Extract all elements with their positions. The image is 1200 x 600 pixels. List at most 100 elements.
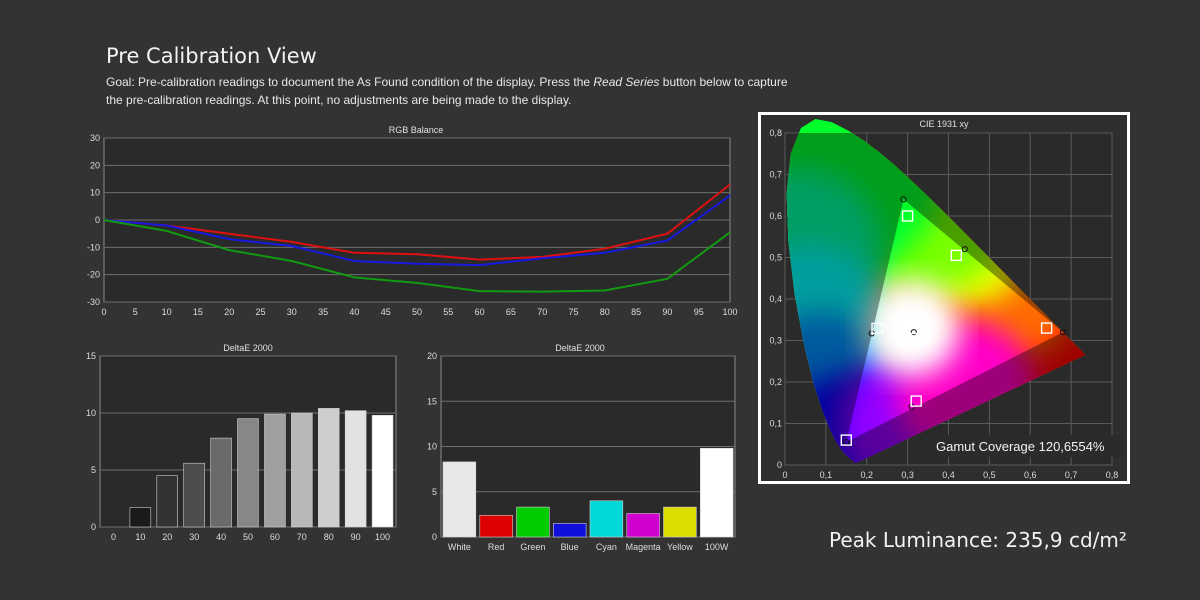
x-tick-label: 50 xyxy=(412,307,422,317)
x-tick-label: 75 xyxy=(568,307,578,317)
x-tick-label: 0,5 xyxy=(983,470,996,480)
description-text-start: Goal: Pre-calibration readings to docume… xyxy=(106,75,594,89)
x-tick-label: 0,2 xyxy=(860,470,873,480)
bar xyxy=(663,506,697,538)
bar xyxy=(589,500,624,538)
x-tick-label: 70 xyxy=(537,307,547,317)
y-tick-label: 0,8 xyxy=(769,128,782,138)
x-tick-label: Blue xyxy=(561,542,579,552)
bar xyxy=(129,507,152,528)
x-tick-label: 0,6 xyxy=(1024,470,1037,480)
bar xyxy=(699,448,734,538)
chart-title: CIE 1931 xy xyxy=(919,119,969,129)
x-tick-label: 60 xyxy=(270,532,280,542)
gamut-coverage-text: Gamut Coverage 120,6554% xyxy=(936,439,1105,454)
deltae-colors-chart: DeltaE 2000 20 15 10 5 0 White Red Green Blue Cy… xyxy=(427,343,736,552)
cie-1931-chart: CIE 1931 xy 0,8 0,7 0,6 0,5 0,4 0,3 0,2 0,1 0 0 0… xyxy=(769,119,1123,480)
y-tick-label: 0 xyxy=(95,215,100,225)
read-series-reference: Read Series xyxy=(593,75,660,89)
x-tick-label: 35 xyxy=(318,307,328,317)
bar xyxy=(626,513,660,538)
cie-chart-panel: CIE 1931 xy 0,8 0,7 0,6 0,5 0,4 0,3 0,2 0,1 0 0 0… xyxy=(758,112,1130,484)
rgb-balance-chart: RGB Balance 3020100-10-20-30 0 5 10 15 20 25 3… xyxy=(87,125,738,317)
x-tick-label: 15 xyxy=(193,307,203,317)
x-tick-label: 90 xyxy=(351,532,361,542)
bar xyxy=(264,413,286,528)
x-tick-label: 0,7 xyxy=(1065,470,1078,480)
y-tick-label: 0,7 xyxy=(769,170,782,180)
x-tick-label: 0,1 xyxy=(820,470,833,480)
bar xyxy=(344,410,367,528)
x-tick-label: Red xyxy=(488,542,505,552)
x-tick-label: 10 xyxy=(162,307,172,317)
bar xyxy=(183,462,205,528)
x-tick-label: 0,8 xyxy=(1106,470,1119,480)
bar xyxy=(237,418,259,528)
x-tick-label: 10 xyxy=(135,532,145,542)
y-tick-label: 20 xyxy=(427,351,437,361)
x-tick-label: White xyxy=(448,542,471,552)
y-tick-label: 0,6 xyxy=(769,211,782,221)
x-tick-label: 20 xyxy=(162,532,172,542)
x-tick-label: 0,4 xyxy=(942,470,955,480)
chart-title: DeltaE 2000 xyxy=(555,343,605,353)
bar xyxy=(479,515,513,538)
x-tick-label: Green xyxy=(520,542,545,552)
x-tick-label: 0 xyxy=(111,532,116,542)
x-tick-label: 45 xyxy=(381,307,391,317)
x-tick-label: 50 xyxy=(243,532,253,542)
x-tick-label: Yellow xyxy=(667,542,693,552)
x-tick-label: 70 xyxy=(297,532,307,542)
x-tick-label: 5 xyxy=(133,307,138,317)
x-tick-label: 30 xyxy=(189,532,199,542)
y-tick-label: 0 xyxy=(432,532,437,542)
page-description: Goal: Pre-calibration readings to docume… xyxy=(106,73,806,109)
bar xyxy=(156,475,179,528)
y-tick-label: -30 xyxy=(87,297,100,307)
x-tick-label: 20 xyxy=(224,307,234,317)
x-tick-label: 100W xyxy=(705,542,729,552)
y-tick-label: 10 xyxy=(86,408,96,418)
x-tick-label: 40 xyxy=(349,307,359,317)
x-tick-label: 85 xyxy=(631,307,641,317)
y-tick-label: 5 xyxy=(432,487,437,497)
x-tick-label: 25 xyxy=(255,307,265,317)
x-tick-label: Magenta xyxy=(626,542,661,552)
bar xyxy=(291,412,313,528)
x-tick-label: 80 xyxy=(324,532,334,542)
chart-title: RGB Balance xyxy=(389,125,444,135)
x-tick-label: 90 xyxy=(662,307,672,317)
x-tick-label: 0 xyxy=(101,307,106,317)
y-tick-label: 20 xyxy=(90,160,100,170)
chart-title: DeltaE 2000 xyxy=(223,343,273,353)
x-tick-label: 55 xyxy=(443,307,453,317)
peak-luminance: Peak Luminance: 235,9 cd/m² xyxy=(829,528,1127,552)
bar xyxy=(210,437,232,528)
bar xyxy=(371,415,394,528)
y-tick-label: 0,5 xyxy=(769,253,782,263)
bar xyxy=(516,506,550,538)
x-tick-label: 95 xyxy=(694,307,704,317)
y-tick-label: 0,2 xyxy=(769,377,782,387)
x-tick-label: 65 xyxy=(506,307,516,317)
x-tick-label: Cyan xyxy=(596,542,617,552)
x-tick-label: 30 xyxy=(287,307,297,317)
deltae-grayscale-chart: DeltaE 2000 151050 0 10 20 30 40 50 60 70 80 90 10… xyxy=(86,343,397,542)
x-tick-label: 0,3 xyxy=(901,470,914,480)
x-tick-label: 0 xyxy=(782,470,787,480)
y-tick-label: -20 xyxy=(87,270,100,280)
x-tick-label: 60 xyxy=(475,307,485,317)
y-tick-label: 0,1 xyxy=(769,419,782,429)
y-tick-label: 10 xyxy=(90,188,100,198)
y-tick-label: 10 xyxy=(427,442,437,452)
bar xyxy=(553,523,587,538)
y-tick-label: -10 xyxy=(87,242,100,252)
page-title: Pre Calibration View xyxy=(106,44,317,68)
bar xyxy=(318,408,340,528)
x-tick-label: 100 xyxy=(722,307,737,317)
y-tick-label: 0 xyxy=(91,522,96,532)
y-tick-label: 0,4 xyxy=(769,294,782,304)
y-tick-label: 15 xyxy=(427,396,437,406)
x-tick-label: 100 xyxy=(375,532,390,542)
white-point-glow xyxy=(890,306,935,351)
